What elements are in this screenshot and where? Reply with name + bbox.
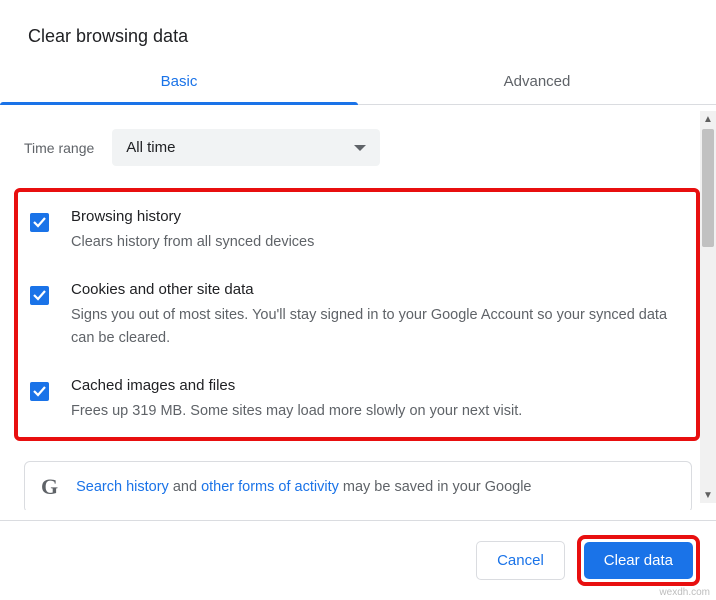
tab-basic[interactable]: Basic (0, 65, 358, 104)
option-title: Cookies and other site data (71, 281, 682, 298)
time-range-row: Time range All time (24, 129, 692, 166)
option-desc: Frees up 319 MB. Some sites may load mor… (71, 400, 522, 422)
option-title: Browsing history (71, 208, 314, 225)
cancel-button[interactable]: Cancel (476, 541, 565, 580)
check-icon (32, 384, 47, 399)
time-range-value: All time (126, 139, 175, 156)
link-other-activity[interactable]: other forms of activity (201, 479, 339, 495)
watermark: wexdh.com (659, 587, 710, 598)
checkbox-cookies[interactable] (30, 286, 49, 305)
chevron-down-icon (354, 145, 366, 151)
highlighted-options: Browsing history Clears history from all… (14, 188, 700, 441)
content-area: Time range All time Browsing history Cle… (0, 105, 716, 510)
info-text: Search history and other forms of activi… (76, 479, 531, 495)
google-info-row: G Search history and other forms of acti… (24, 461, 692, 510)
clear-data-button[interactable]: Clear data (584, 542, 693, 579)
link-search-history[interactable]: Search history (76, 479, 169, 495)
scroll-up-icon[interactable]: ▲ (700, 111, 716, 127)
tab-advanced[interactable]: Advanced (358, 65, 716, 104)
check-icon (32, 215, 47, 230)
tab-advanced-label: Advanced (504, 73, 571, 90)
scrollbar[interactable]: ▲ ▼ (700, 111, 716, 503)
option-desc: Signs you out of most sites. You'll stay… (71, 304, 682, 349)
dialog-footer: Cancel Clear data (0, 520, 716, 600)
scroll-down-icon[interactable]: ▼ (700, 487, 716, 503)
scroll-thumb[interactable] (702, 129, 714, 247)
time-range-select[interactable]: All time (112, 129, 380, 166)
dialog-title: Clear browsing data (0, 0, 716, 65)
checkbox-browsing-history[interactable] (30, 213, 49, 232)
check-icon (32, 288, 47, 303)
clear-data-highlight: Clear data (577, 535, 700, 586)
tabs: Basic Advanced (0, 65, 716, 105)
google-icon: G (41, 474, 58, 500)
tab-basic-label: Basic (161, 73, 198, 90)
option-desc: Clears history from all synced devices (71, 231, 314, 253)
time-range-label: Time range (24, 140, 94, 156)
checkbox-cache[interactable] (30, 382, 49, 401)
option-cookies: Cookies and other site data Signs you ou… (24, 281, 682, 349)
option-browsing-history: Browsing history Clears history from all… (24, 208, 682, 253)
clear-browsing-data-dialog: Clear browsing data Basic Advanced Time … (0, 0, 716, 600)
option-title: Cached images and files (71, 377, 522, 394)
option-cache: Cached images and files Frees up 319 MB.… (24, 377, 682, 422)
